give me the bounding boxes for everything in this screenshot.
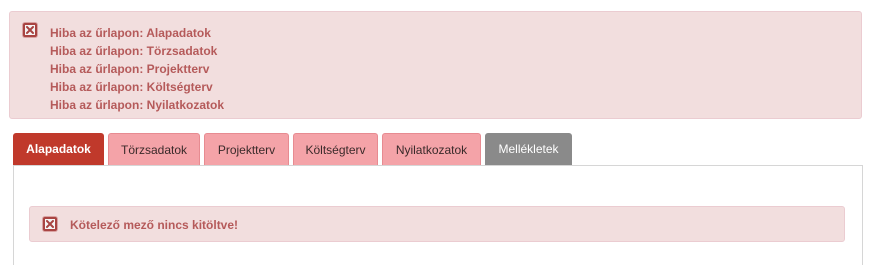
error-message: Hiba az űrlapon: Költségterv xyxy=(50,80,213,94)
error-message: Hiba az űrlapon: Projektterv xyxy=(50,62,210,76)
error-summary-box: Hiba az űrlapon: Alapadatok Hiba az űrla… xyxy=(9,11,862,119)
field-alert: Kötelező mező nincs kitöltve! xyxy=(29,206,845,242)
tab-mellekletek[interactable]: Mellékletek xyxy=(485,133,572,165)
error-x-icon xyxy=(43,217,57,231)
error-message: Hiba az űrlapon: Alapadatok xyxy=(50,26,211,40)
error-list: Hiba az űrlapon: Alapadatok Hiba az űrla… xyxy=(50,24,224,114)
tab-alapadatok[interactable]: Alapadatok xyxy=(13,133,104,166)
tab-projektterv[interactable]: Projektterv xyxy=(204,133,289,165)
tab-nyilatkozatok[interactable]: Nyilatkozatok xyxy=(382,133,481,165)
error-x-icon xyxy=(23,23,37,37)
error-message: Hiba az űrlapon: Törzsadatok xyxy=(50,44,218,58)
field-alert-text: Kötelező mező nincs kitöltve! xyxy=(70,218,239,232)
error-message: Hiba az űrlapon: Nyilatkozatok xyxy=(50,98,225,112)
tab-torzsadatok[interactable]: Törzsadatok xyxy=(108,133,200,165)
tab-koltsegterv[interactable]: Költségterv xyxy=(293,133,378,165)
